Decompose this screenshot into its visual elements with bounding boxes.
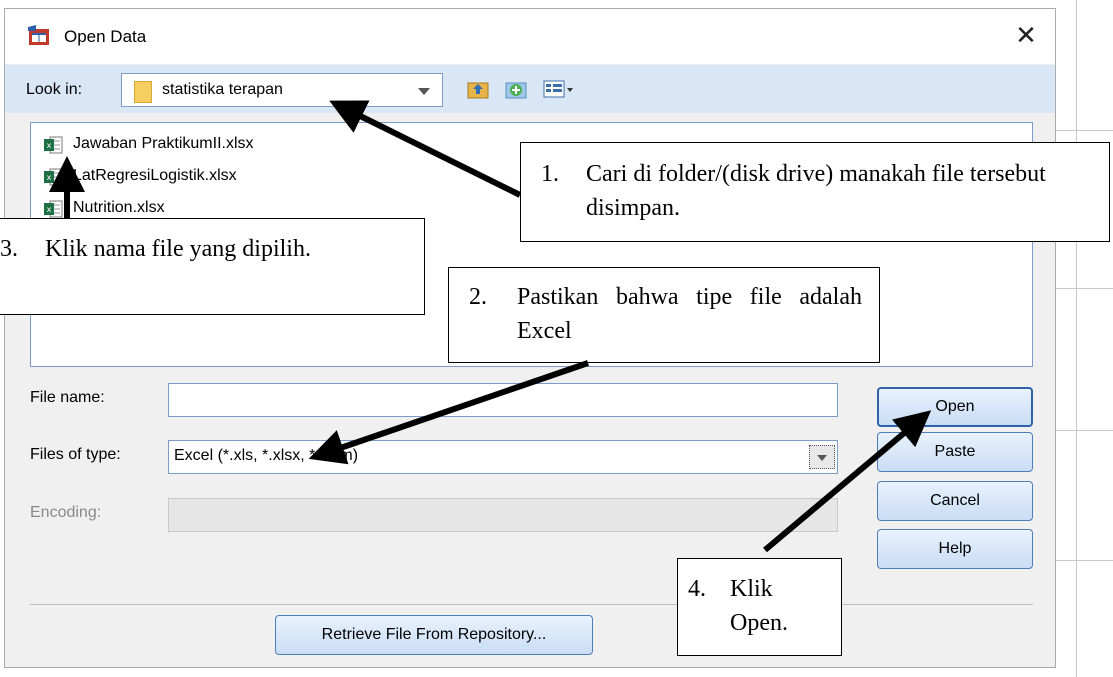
arrow-1	[329, 100, 522, 198]
annotation-arrows	[49, 100, 932, 553]
arrow-2	[308, 360, 589, 465]
arrow-4	[763, 410, 932, 553]
